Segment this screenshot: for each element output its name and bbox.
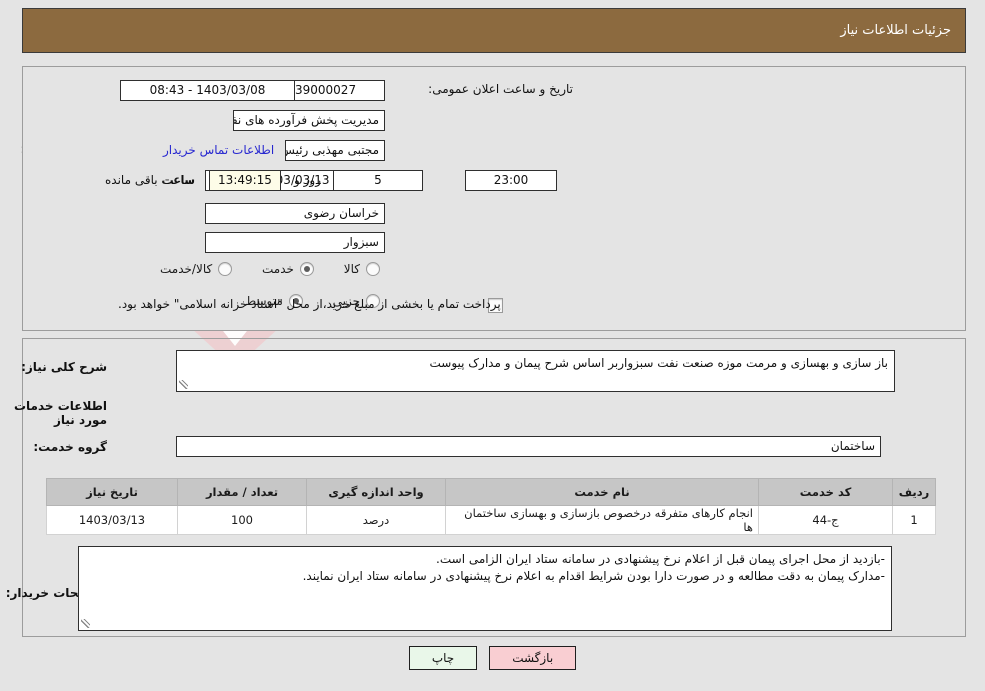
- page-header: جزئیات اطلاعات نیاز: [22, 8, 966, 53]
- category-option-label: خدمت: [262, 262, 294, 276]
- footer-button-bar: بازگشت چاپ: [0, 646, 985, 670]
- page-title: جزئیات اطلاعات نیاز: [840, 23, 951, 38]
- category-option-label: کالا/خدمت: [160, 262, 213, 276]
- col-name: نام خدمت: [445, 478, 759, 506]
- cell-date: 1403/03/13: [46, 505, 178, 535]
- buyer-org-field: مدیریت پخش فرآورده های نفتی منطقه سبزوار: [233, 110, 385, 131]
- requester-field: مجتبی مهذبی رئیس خدمات مهندسی مدیریت پخش…: [285, 140, 385, 161]
- treasury-note-label: پرداخت تمام یا بخشی از مبلغ خرید،از محل …: [118, 297, 501, 311]
- buyer-contact-link[interactable]: اطلاعات تماس خریدار: [163, 143, 274, 157]
- cell-unit: درصد: [306, 505, 446, 535]
- cell-code: ج-44: [758, 505, 893, 535]
- remaining-clock-field: 13:49:15: [209, 170, 281, 191]
- service-group-field: ساختمان: [176, 436, 881, 457]
- summary-textarea[interactable]: باز سازی و بهسازی و مرمت موزه صنعت نفت س…: [176, 350, 895, 392]
- col-qty: تعداد / مقدار: [177, 478, 307, 506]
- notes-line-1: -بازدید از محل اجرای پیمان قبل از اعلام …: [436, 552, 885, 566]
- cell-row: 1: [892, 505, 936, 535]
- remaining-clock-label: ساعت باقی مانده: [105, 173, 195, 187]
- category-radio-group: کالا خدمت کالا/خدمت: [134, 262, 380, 279]
- category-option-khedmat[interactable]: خدمت: [262, 262, 314, 276]
- remaining-days-field: 5: [333, 170, 423, 191]
- notes-line-2: -مدارک پیمان به دقت مطالعه و در صورت دار…: [302, 569, 885, 583]
- province-field: خراسان رضوی: [205, 203, 385, 224]
- buyer-notes-textarea[interactable]: -بازدید از محل اجرای پیمان قبل از اعلام …: [78, 546, 892, 631]
- service-group-label: گروه خدمت:: [33, 440, 107, 454]
- col-date: تاریخ نیاز: [46, 478, 178, 506]
- announce-datetime-field: 1403/03/08 - 08:43: [120, 80, 295, 101]
- announce-datetime-label: تاریخ و ساعت اعلان عمومی:: [428, 82, 573, 96]
- summary-label: شرح کلی نیاز:: [21, 360, 107, 374]
- col-unit: واحد اندازه گیری: [306, 478, 446, 506]
- table-header-row: ردیف کد خدمت نام خدمت واحد اندازه گیری ت…: [46, 478, 936, 506]
- cell-name: انجام کارهای متفرقه درخصوص بازسازی و بهس…: [445, 505, 759, 535]
- services-table: ردیف کد خدمت نام خدمت واحد اندازه گیری ت…: [46, 478, 936, 535]
- city-field: سبزوار: [205, 232, 385, 253]
- need-info-panel: [22, 66, 966, 331]
- col-row: ردیف: [892, 478, 936, 506]
- cell-qty: 100: [177, 505, 307, 535]
- table-row[interactable]: 1 ج-44 انجام کارهای متفرقه درخصوص بازساز…: [46, 505, 936, 535]
- category-option-kala-khedmat[interactable]: کالا/خدمت: [160, 262, 233, 276]
- print-button[interactable]: چاپ: [408, 646, 478, 670]
- announce-datetime-row: تاریخ و ساعت اعلان عمومی:: [428, 82, 573, 96]
- category-option-kala[interactable]: کالا: [344, 262, 380, 276]
- deadline-time-field: 23:00: [465, 170, 557, 191]
- category-option-label: کالا: [343, 262, 360, 276]
- col-code: کد خدمت: [758, 478, 893, 506]
- remaining-days-label: روز و: [294, 173, 321, 187]
- back-button[interactable]: بازگشت: [489, 646, 577, 670]
- radio-icon[interactable]: [299, 262, 314, 276]
- radio-icon[interactable]: [366, 262, 380, 276]
- radio-icon[interactable]: [218, 262, 233, 276]
- services-section-title: اطلاعات خدمات مورد نیاز: [13, 399, 107, 427]
- summary-text: باز سازی و بهسازی و مرمت موزه صنعت نفت س…: [429, 356, 888, 370]
